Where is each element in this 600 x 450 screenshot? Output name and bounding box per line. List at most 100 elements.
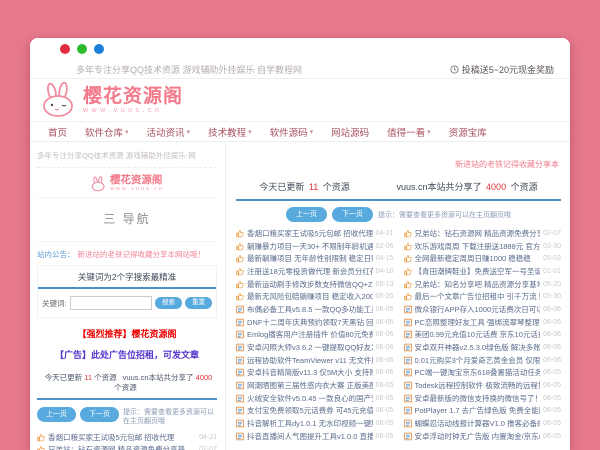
nav-menu-item[interactable]: 值得一看 ▾ — [378, 125, 440, 139]
list-item[interactable]: 微众银行APP存入1000元话费次日可以获得充 06-06 — [404, 303, 562, 316]
list-item[interactable]: 火绒安全软件v5.0.45 一款良心的国产安全软件 06-05 — [236, 392, 394, 405]
nav-menu-item[interactable]: 软件仓库 ▾ — [76, 125, 138, 139]
nav-menu-item[interactable]: 网站源码 — [322, 125, 378, 139]
article-title-link[interactable]: 安卓最新版的微信支持换的微信号了！iOS版 — [415, 393, 541, 404]
article-title-link[interactable]: 【青田潮牌鞋业】免费送空军一号圣诞1970g — [415, 266, 541, 277]
document-icon — [236, 356, 244, 365]
list-item[interactable]: Todesk远程控制软件 极致流畅的远程协助工具 06-05 — [404, 379, 562, 392]
list-item[interactable]: 安卓双开神器v2.5.3.0绿色版 解决多账号切换 06-06 — [404, 341, 562, 354]
article-title-link[interactable]: 0.01元购买3个月爱奇艺黄金会员 仅限京东自 — [415, 355, 541, 366]
prev-page-button[interactable]: 上一页 — [37, 407, 76, 422]
list-item[interactable]: 布偶必备工具v5.8.5 一款QQ多功能工具软件 06-06 — [236, 303, 394, 316]
list-item[interactable]: 抖音解析工具dy1.0.1 无水印视频一键解析软件 06-05 — [236, 417, 394, 430]
article-title-link[interactable]: PC端一键淘宝京东618叠置猫活动任务工具 — [415, 367, 541, 378]
prev-page-button[interactable]: 上一页 — [286, 207, 327, 222]
list-item[interactable]: 注册送18元零投资做代理 新会员分红存1000 04-10 — [236, 265, 394, 278]
nav-menu-item[interactable]: 软件源码 ▾ — [261, 125, 323, 139]
article-title-link[interactable]: 最后一个文章广告位招租中 引千万流 聚八方 — [415, 291, 541, 302]
article-title-link[interactable]: 安卓双开神器v2.5.3.0绿色版 解决多账号切换 — [415, 342, 541, 353]
list-item[interactable]: DNF十二周年庆典预约领取7天黑钻 回归用户 06-06 — [236, 316, 394, 329]
list-item[interactable]: 欢乐游戏周周 下载注册送1888元 官方合作 03-30 — [404, 240, 562, 253]
article-title-link[interactable]: 香烟口粮买家王试吸5元包邮 招收代理 — [48, 432, 196, 443]
list-item[interactable]: 安卓闪照大师v3.6.2 一键提取QQ好友发的闪照 06-06 — [236, 341, 394, 354]
article-title-link[interactable]: 抖音解析工具dy1.0.1 无水印视频一键解析软件 — [247, 418, 373, 429]
list-item[interactable]: 安卓浮动时钟无广告版 内置淘金/京东/野中/控 06-05 — [404, 430, 562, 443]
list-item[interactable]: 香烟口粮买家王试吸5元包邮 招收代理 04-21 — [236, 227, 394, 240]
list-item[interactable]: Emlog播客用户注册插件 价值80元免费分享 06-06 — [236, 329, 394, 342]
article-title-link[interactable]: 最新躺赚项目 无年龄性别限制 稳定日赚300+ — [247, 253, 373, 264]
list-item[interactable]: 美团0.99元充值10元话费 京东10元话费秒到 06-06 — [404, 329, 562, 342]
maximize-window-button[interactable] — [94, 44, 104, 54]
nav-menu-item[interactable]: 活动资讯 ▾ — [138, 125, 200, 139]
sidebar-mini-logo[interactable]: 樱花资源阁 www.vuus.cn — [37, 168, 217, 197]
article-title-link[interactable]: PotPlayer 1.7 去广告绿色版 免费全能版 直播 — [415, 405, 541, 416]
list-item[interactable]: 兄弟站：知名分享吧 精品资源分享基地 05-20 — [404, 278, 562, 291]
close-window-button[interactable] — [60, 44, 70, 54]
nav-menu-item[interactable]: 资源宝库 — [440, 125, 496, 139]
article-title-link[interactable]: Emlog播客用户注册插件 价值80元免费分享 — [247, 329, 373, 340]
list-item[interactable]: 抖音直播间人气图提升工具v1.0.0 直播间自动发 06-05 — [236, 430, 394, 443]
list-item[interactable]: 安卓最新版的微信支持换的微信号了！iOS版 06-05 — [404, 392, 562, 405]
list-item[interactable]: 网潮晒图第三届性感内衣大赛 正版美图等你秀 06-05 — [236, 379, 394, 392]
list-item[interactable]: PotPlayer 1.7 去广告绿色版 免费全能版 直播 06-05 — [404, 405, 562, 418]
article-title-link[interactable]: 注册送18元零投资做代理 新会员分红存1000 — [247, 266, 373, 277]
list-item[interactable]: PC端一键淘宝京东618叠置猫活动任务工具 06-05 — [404, 367, 562, 380]
nav-menu-item[interactable]: 技术教程 ▾ — [199, 125, 261, 139]
article-title-link[interactable]: 兄弟站：钻石资源网 精品资源免费分享基 — [48, 444, 196, 450]
article-title-link[interactable]: 抖音直播间人气图提升工具v1.0.0 直播间自动发 — [247, 431, 373, 442]
article-title-link[interactable]: 安卓闪照大师v3.6.2 一键提取QQ好友发的闪照 — [247, 342, 373, 353]
bunny-logo-icon[interactable] — [39, 82, 79, 118]
article-date: 04-10 — [376, 268, 394, 275]
article-title-link[interactable]: 美团0.99元充值10元话费 京东10元话费秒到 — [415, 329, 541, 340]
list-item[interactable]: 最新无风险包赔躺赚项目 稳定收入200-500元 05-20 — [236, 290, 394, 303]
list-item[interactable]: 【青田潮牌鞋业】免费送空军一号圣诞1970g 01-01 — [404, 265, 562, 278]
article-title-link[interactable]: 蝴蝶忍活动线报计算器V1.0 撸客必备的一款软 — [415, 418, 541, 429]
list-item[interactable]: 香烟口粮买家王试吸5元包邮 招收代理 04-21 — [37, 432, 217, 444]
document-icon — [236, 318, 244, 327]
next-page-button[interactable]: 下一页 — [80, 407, 119, 422]
article-title-link[interactable]: 香烟口粮买家王试吸5元包邮 招收代理 — [247, 228, 373, 239]
article-title-link[interactable]: 全网最新稳定周周日赚1000 稳稳稳 — [415, 253, 541, 264]
list-item[interactable]: 兄弟站：钻石资源网 精品资源免费分享基 02-07 — [37, 444, 217, 450]
article-title-link[interactable]: DNF十二周年庆典预约领取7天黑钻 回归用户 — [247, 317, 373, 328]
list-item[interactable]: 兄弟站：钻石资源网 精品资源免费分享基地 02-07 — [404, 227, 562, 240]
article-title-link[interactable]: 兄弟站：知名分享吧 精品资源分享基地 — [415, 279, 541, 290]
article-title-link[interactable]: 火绒安全软件v5.0.45 一款良心的国产安全软件 — [247, 393, 373, 404]
submit-promo-link[interactable]: 投稿送5~20元现金奖励 — [450, 63, 554, 76]
article-title-link[interactable]: 欢乐游戏周周 下载注册送1888元 官方合作 — [415, 241, 541, 252]
article-title-link[interactable]: PC恋照整理好友工具 强绑流翠琴整理专家 效 — [415, 317, 541, 328]
list-item[interactable]: 远程协助软件TeamViewer v11 无文件版 方便 06-06 — [236, 354, 394, 367]
list-item[interactable]: 安卓抖音精简版v11.3 仅5M大小 支持账号登录 06-06 — [236, 367, 394, 380]
article-title-link[interactable]: 安卓抖音精简版v11.3 仅5M大小 支持账号登录 — [247, 367, 373, 378]
search-input[interactable] — [70, 296, 152, 310]
article-title-link[interactable]: 远程协助软件TeamViewer v11 无文件版 方便 — [247, 355, 373, 366]
article-title-link[interactable]: 支付宝免费领取5元话费券 可45元充值三网50 — [247, 405, 373, 416]
minimize-window-button[interactable] — [77, 44, 87, 54]
recommend-link[interactable]: 【强烈推荐】樱花资源阁 — [37, 327, 217, 340]
nav-menu-item[interactable]: 首页 — [39, 125, 76, 139]
article-title-link[interactable]: 安卓浮动时钟无广告版 内置淘金/京东/野中/控 — [415, 431, 541, 442]
list-item[interactable]: 躺赚暴力项目一天30+ 不限制年龄机遇上车 02-06 — [236, 240, 394, 253]
article-title-link[interactable]: 兄弟站：钻石资源网 精品资源免费分享基地 — [415, 228, 541, 239]
article-title-link[interactable]: 微众银行APP存入1000元话费次日可以获得充 — [415, 304, 541, 315]
article-title-link[interactable]: 躺赚暴力项目一天30+ 不限制年龄机遇上车 — [247, 241, 373, 252]
list-item[interactable]: 0.01元购买3个月爱奇艺黄金会员 仅限京东自 06-06 — [404, 354, 562, 367]
article-title-link[interactable]: 布偶必备工具v5.8.5 一款QQ多功能工具软件 — [247, 304, 373, 315]
list-item[interactable]: 最新躺赚项目 无年龄性别限制 稳定日赚300+ 04-15 — [236, 252, 394, 265]
thumb-up-icon — [404, 280, 412, 289]
list-item[interactable]: 最后一个文章广告位招租中 引千万流 聚八方 05-30 — [404, 290, 562, 303]
article-title-link[interactable]: 网潮晒图第三届性感内衣大赛 正版美图等你秀 — [247, 380, 373, 391]
list-item[interactable]: 全网最新稳定周周日赚1000 稳稳稳 05-03 — [404, 252, 562, 265]
list-item[interactable]: 最新运动刷手修改步数支持微信QQ+ZFB步 05-13 — [236, 278, 394, 291]
article-title-link[interactable]: 最新无风险包赔躺赚项目 稳定收入200-500元 — [247, 291, 373, 302]
list-item[interactable]: 支付宝免费领取5元话费券 可45元充值三网50 06-05 — [236, 405, 394, 418]
list-item[interactable]: PC恋照整理好友工具 强绑流翠琴整理专家 效 06-06 — [404, 316, 562, 329]
article-title-link[interactable]: 最新运动刷手修改步数支持微信QQ+ZFB步 — [247, 279, 373, 290]
reset-button[interactable]: 重置 — [185, 297, 212, 310]
search-button[interactable]: 搜索 — [155, 297, 182, 310]
article-title-link[interactable]: Todesk远程控制软件 极致流畅的远程协助工具 — [415, 380, 541, 391]
site-logo[interactable]: 樱花资源阁 www.vuus.cn — [83, 87, 183, 114]
ad-slot-link[interactable]: 【广告】此处广告位招租，可发文章 — [37, 348, 217, 361]
list-item[interactable]: 蝴蝶忍活动线报计算器V1.0 撸客必备的一款软 06-05 — [404, 417, 562, 430]
next-page-button[interactable]: 下一页 — [332, 207, 373, 222]
